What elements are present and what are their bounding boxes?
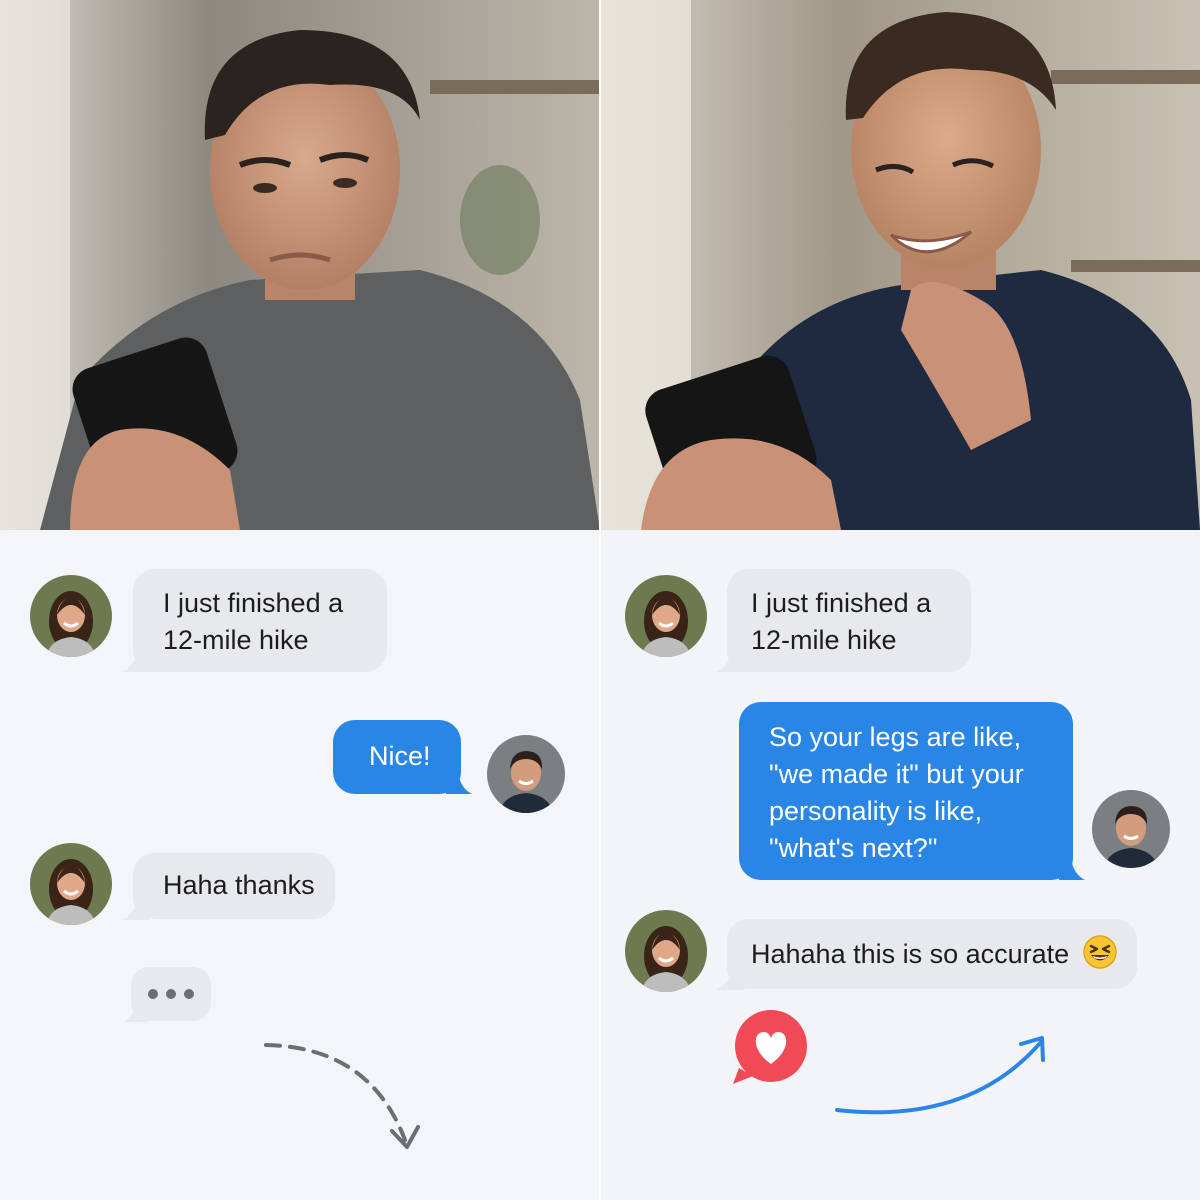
message-line: 12-mile hike [163, 625, 309, 655]
typing-dot [148, 989, 158, 999]
message-line: Nice! [369, 741, 431, 771]
bubble-tail [1059, 858, 1085, 880]
her-avatar [30, 575, 112, 657]
message-line: 12-mile hike [751, 625, 897, 655]
message-line: Haha thanks [163, 870, 315, 900]
grinning-squinting-face-icon [1082, 935, 1117, 969]
message-line: "we made it" but your [769, 759, 1024, 789]
smiling-man-photo [601, 0, 1200, 530]
bubble-tail [716, 966, 744, 990]
message-line: personality is like, [769, 796, 983, 826]
dashed-arrow-down-icon [264, 1043, 420, 1149]
message-line: I just finished a [751, 588, 932, 618]
bubble-tail [716, 648, 744, 672]
bubble-tail [446, 772, 472, 794]
bubble-tail [122, 648, 150, 672]
message-line: So your legs are like, [769, 722, 1022, 752]
arrow-up-icon [835, 1036, 1045, 1115]
her-avatar [625, 910, 707, 992]
before-panel: I just finished a 12-mile hike Nice! Hah… [0, 0, 600, 1200]
bubble-tail [122, 896, 150, 920]
sad-man-photo [0, 0, 600, 530]
bubble-tail [123, 1000, 147, 1022]
message-bubble-her-1: I just finished a 12-mile hike [133, 569, 387, 672]
her-avatar [625, 575, 707, 657]
message-line: "what's next?" [769, 833, 938, 863]
message-bubble-her-1: I just finished a 12-mile hike [727, 569, 971, 672]
his-avatar [487, 735, 565, 813]
message-line: Hahaha this is so accurate [751, 939, 1070, 969]
typing-dot [184, 989, 194, 999]
message-bubble-her-2: Haha thanks [133, 853, 335, 919]
after-panel: I just finished a 12-mile hike So your l… [601, 0, 1200, 1200]
message-bubble-him-1: So your legs are like, "we made it" but … [739, 702, 1073, 880]
typing-dot [166, 989, 176, 999]
message-bubble-him-1: Nice! [333, 720, 461, 794]
message-line: I just finished a [163, 588, 344, 618]
heart-reaction-icon [733, 1010, 807, 1084]
his-avatar [1092, 790, 1170, 868]
message-bubble-her-2: Hahaha this is so accurate [727, 919, 1137, 989]
her-avatar [30, 843, 112, 925]
